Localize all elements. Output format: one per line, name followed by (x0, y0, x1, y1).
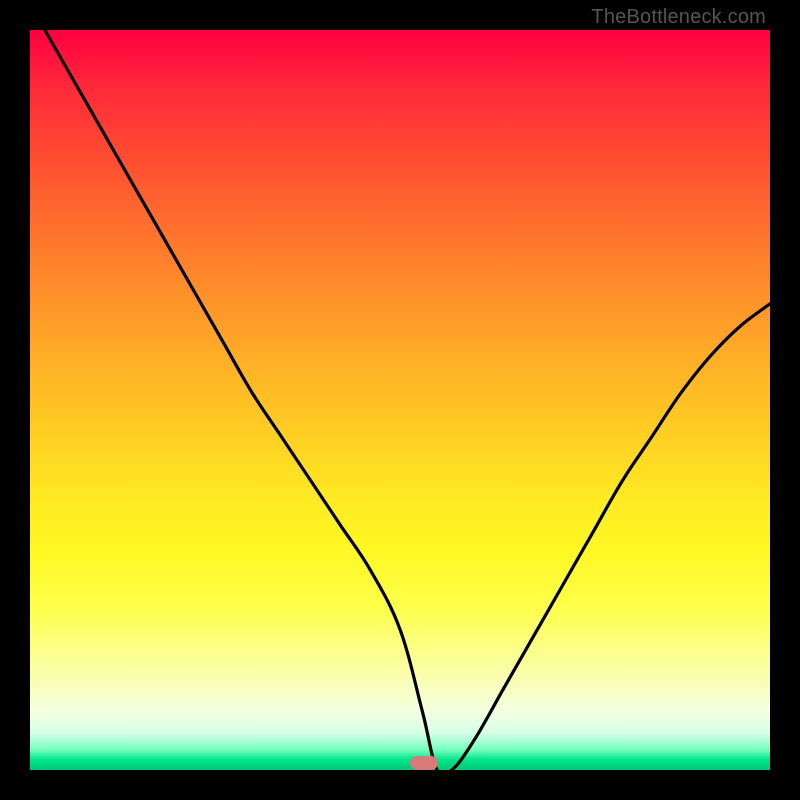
plot-area (30, 30, 770, 770)
chart-frame: TheBottleneck.com (0, 0, 800, 800)
watermark-label: TheBottleneck.com (591, 6, 766, 29)
optimal-marker (410, 756, 438, 770)
bottleneck-curve (30, 30, 770, 770)
